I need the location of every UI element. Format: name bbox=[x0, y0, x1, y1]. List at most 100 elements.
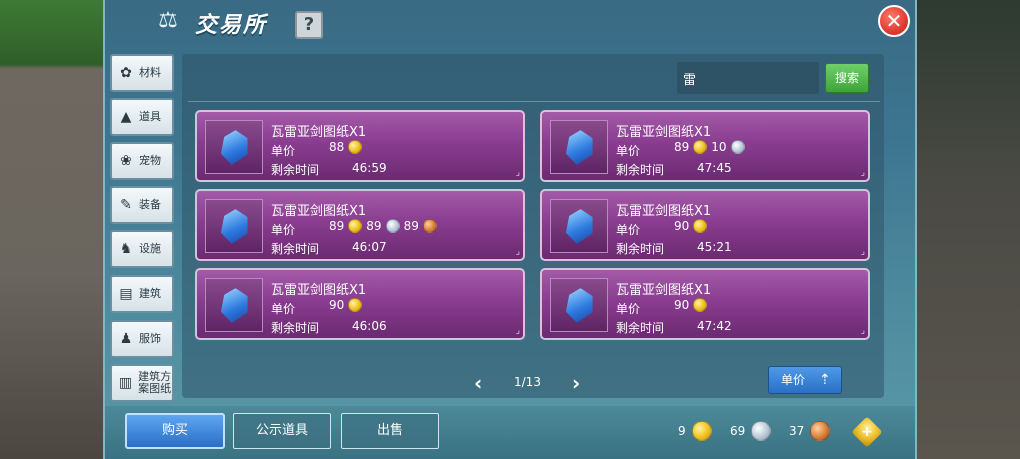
search-button[interactable]: 搜索 bbox=[825, 63, 869, 93]
sword-blueprint-icon bbox=[561, 285, 599, 327]
wallet-gold: 9 bbox=[678, 421, 712, 441]
silver-coin-icon bbox=[730, 140, 745, 154]
item-name: 瓦雷亚剑图纸X1 bbox=[616, 125, 712, 140]
price-label: 单价 bbox=[271, 144, 296, 158]
sidebar-item-label: 材料 bbox=[139, 66, 161, 79]
item-name: 瓦雷亚剑图纸X1 bbox=[271, 204, 367, 219]
price-amount: 89 bbox=[329, 219, 345, 233]
sword-icon: ✎ bbox=[120, 197, 132, 213]
shirt-icon: ♟ bbox=[119, 331, 133, 347]
tab-public-items[interactable]: 公示道具 bbox=[233, 413, 331, 449]
gold-coin-icon bbox=[693, 219, 708, 233]
gold-coin-icon bbox=[693, 298, 708, 312]
sidebar-item-label: 建筑方案图纸 bbox=[138, 370, 172, 395]
close-button[interactable]: ✕ bbox=[878, 5, 910, 37]
corner-mark-icon: ⌟ bbox=[860, 326, 865, 336]
sidebar-item-equipment[interactable]: ✎ 装备 bbox=[110, 186, 174, 224]
price-amount: 90 bbox=[674, 298, 690, 312]
time-value: 45:21 bbox=[697, 240, 732, 254]
gold-coin-icon bbox=[348, 140, 363, 154]
price-amount: 90 bbox=[674, 219, 690, 233]
search-input[interactable] bbox=[677, 62, 819, 94]
sidebar-item-buildings[interactable]: ▤ 建筑 bbox=[110, 275, 174, 313]
price-amount: 10 bbox=[711, 140, 727, 154]
time-value: 46:06 bbox=[352, 319, 387, 333]
listing-card[interactable]: 瓦雷亚剑图纸X1 单价 88 剩余时间 46:59 ⌟ bbox=[195, 110, 525, 182]
item-thumbnail bbox=[205, 199, 263, 253]
wallet-bronze: 37 bbox=[789, 421, 831, 441]
sidebar-item-pets[interactable]: ❀ 宠物 bbox=[110, 142, 174, 180]
listing-card[interactable]: 瓦雷亚剑图纸X1 单价 89 89 89 剩余时间 46:07 ⌟ bbox=[195, 189, 525, 261]
price-values: 89 10 bbox=[674, 140, 745, 154]
sword-blueprint-icon bbox=[216, 127, 254, 169]
silver-coin-icon bbox=[385, 219, 400, 233]
sidebar-item-label: 道具 bbox=[139, 110, 161, 123]
item-name: 瓦雷亚剑图纸X1 bbox=[271, 283, 367, 298]
price-values: 90 bbox=[674, 219, 708, 233]
sort-by-price-button[interactable]: 单价 ⇡ bbox=[768, 366, 842, 394]
gold-coin-icon bbox=[348, 219, 363, 233]
sidebar-item-blueprints[interactable]: ▥ 建筑方案图纸 bbox=[110, 364, 174, 402]
gold-coin-icon bbox=[693, 140, 708, 154]
sidebar-item-label: 服饰 bbox=[139, 332, 161, 345]
sidebar-item-items[interactable]: ▲ 道具 bbox=[110, 98, 174, 136]
sidebar-item-label: 装备 bbox=[139, 198, 161, 211]
price-values: 88 bbox=[329, 140, 363, 154]
item-name: 瓦雷亚剑图纸X1 bbox=[616, 283, 712, 298]
price-amount: 89 bbox=[366, 219, 382, 233]
time-label: 剩余时间 bbox=[616, 163, 665, 177]
tab-buy[interactable]: 购买 bbox=[125, 413, 225, 449]
gold-amount: 9 bbox=[678, 424, 686, 438]
corner-mark-icon: ⌟ bbox=[860, 168, 865, 178]
sword-blueprint-icon bbox=[561, 127, 599, 169]
corner-mark-icon: ⌟ bbox=[515, 168, 520, 178]
item-thumbnail bbox=[550, 278, 608, 332]
paw-icon: ❀ bbox=[120, 153, 132, 169]
gold-coin-icon bbox=[348, 298, 363, 312]
listing-card[interactable]: 瓦雷亚剑图纸X1 单价 90 剩余时间 46:06 ⌟ bbox=[195, 268, 525, 340]
tab-sell[interactable]: 出售 bbox=[341, 413, 439, 449]
next-page-button[interactable]: › bbox=[572, 371, 580, 395]
sidebar-item-facilities[interactable]: ♞ 设施 bbox=[110, 230, 174, 268]
listing-card[interactable]: 瓦雷亚剑图纸X1 单价 89 10 剩余时间 47:45 ⌟ bbox=[540, 110, 870, 182]
bronze-amount: 37 bbox=[789, 424, 805, 438]
sword-blueprint-icon bbox=[216, 206, 254, 248]
time-label: 剩余时间 bbox=[271, 163, 320, 177]
sort-arrow-icon: ⇡ bbox=[819, 372, 831, 388]
price-label: 单价 bbox=[616, 223, 641, 237]
price-amount: 89 bbox=[674, 140, 690, 154]
listing-card[interactable]: 瓦雷亚剑图纸X1 单价 90 剩余时间 47:42 ⌟ bbox=[540, 268, 870, 340]
horse-icon: ♞ bbox=[119, 241, 133, 257]
wallet-silver: 69 bbox=[730, 421, 772, 441]
sidebar-item-label: 宠物 bbox=[139, 154, 161, 167]
corner-mark-icon: ⌟ bbox=[515, 247, 520, 257]
price-label: 单价 bbox=[271, 302, 296, 316]
bronze-coin-icon bbox=[810, 421, 831, 441]
panel-header: ⚖ 交易所 ? bbox=[105, 0, 915, 48]
time-label: 剩余时间 bbox=[616, 321, 665, 335]
price-values: 89 89 89 bbox=[329, 219, 437, 233]
item-thumbnail bbox=[205, 120, 263, 174]
help-button[interactable]: ? bbox=[295, 11, 323, 39]
time-label: 剩余时间 bbox=[271, 321, 320, 335]
prev-page-button[interactable]: ‹ bbox=[474, 371, 482, 395]
potion-icon: ▲ bbox=[120, 109, 132, 125]
time-value: 46:59 bbox=[352, 161, 387, 175]
game-world-left bbox=[0, 0, 105, 459]
sword-blueprint-icon bbox=[561, 206, 599, 248]
price-values: 90 bbox=[329, 298, 363, 312]
price-values: 90 bbox=[674, 298, 708, 312]
price-label: 单价 bbox=[271, 223, 296, 237]
sidebar-item-materials[interactable]: ✿ 材料 bbox=[110, 54, 174, 92]
item-thumbnail bbox=[550, 199, 608, 253]
price-amount: 90 bbox=[329, 298, 345, 312]
item-name: 瓦雷亚剑图纸X1 bbox=[271, 125, 367, 140]
brick-icon: ▤ bbox=[119, 286, 133, 302]
price-label: 单价 bbox=[616, 144, 641, 158]
add-currency-button[interactable]: + bbox=[851, 416, 883, 448]
sort-label: 单价 bbox=[781, 373, 806, 387]
sidebar-item-clothing[interactable]: ♟ 服饰 bbox=[110, 320, 174, 358]
cotton-icon: ✿ bbox=[120, 65, 132, 81]
listing-card[interactable]: 瓦雷亚剑图纸X1 单价 90 剩余时间 45:21 ⌟ bbox=[540, 189, 870, 261]
item-name: 瓦雷亚剑图纸X1 bbox=[616, 204, 712, 219]
